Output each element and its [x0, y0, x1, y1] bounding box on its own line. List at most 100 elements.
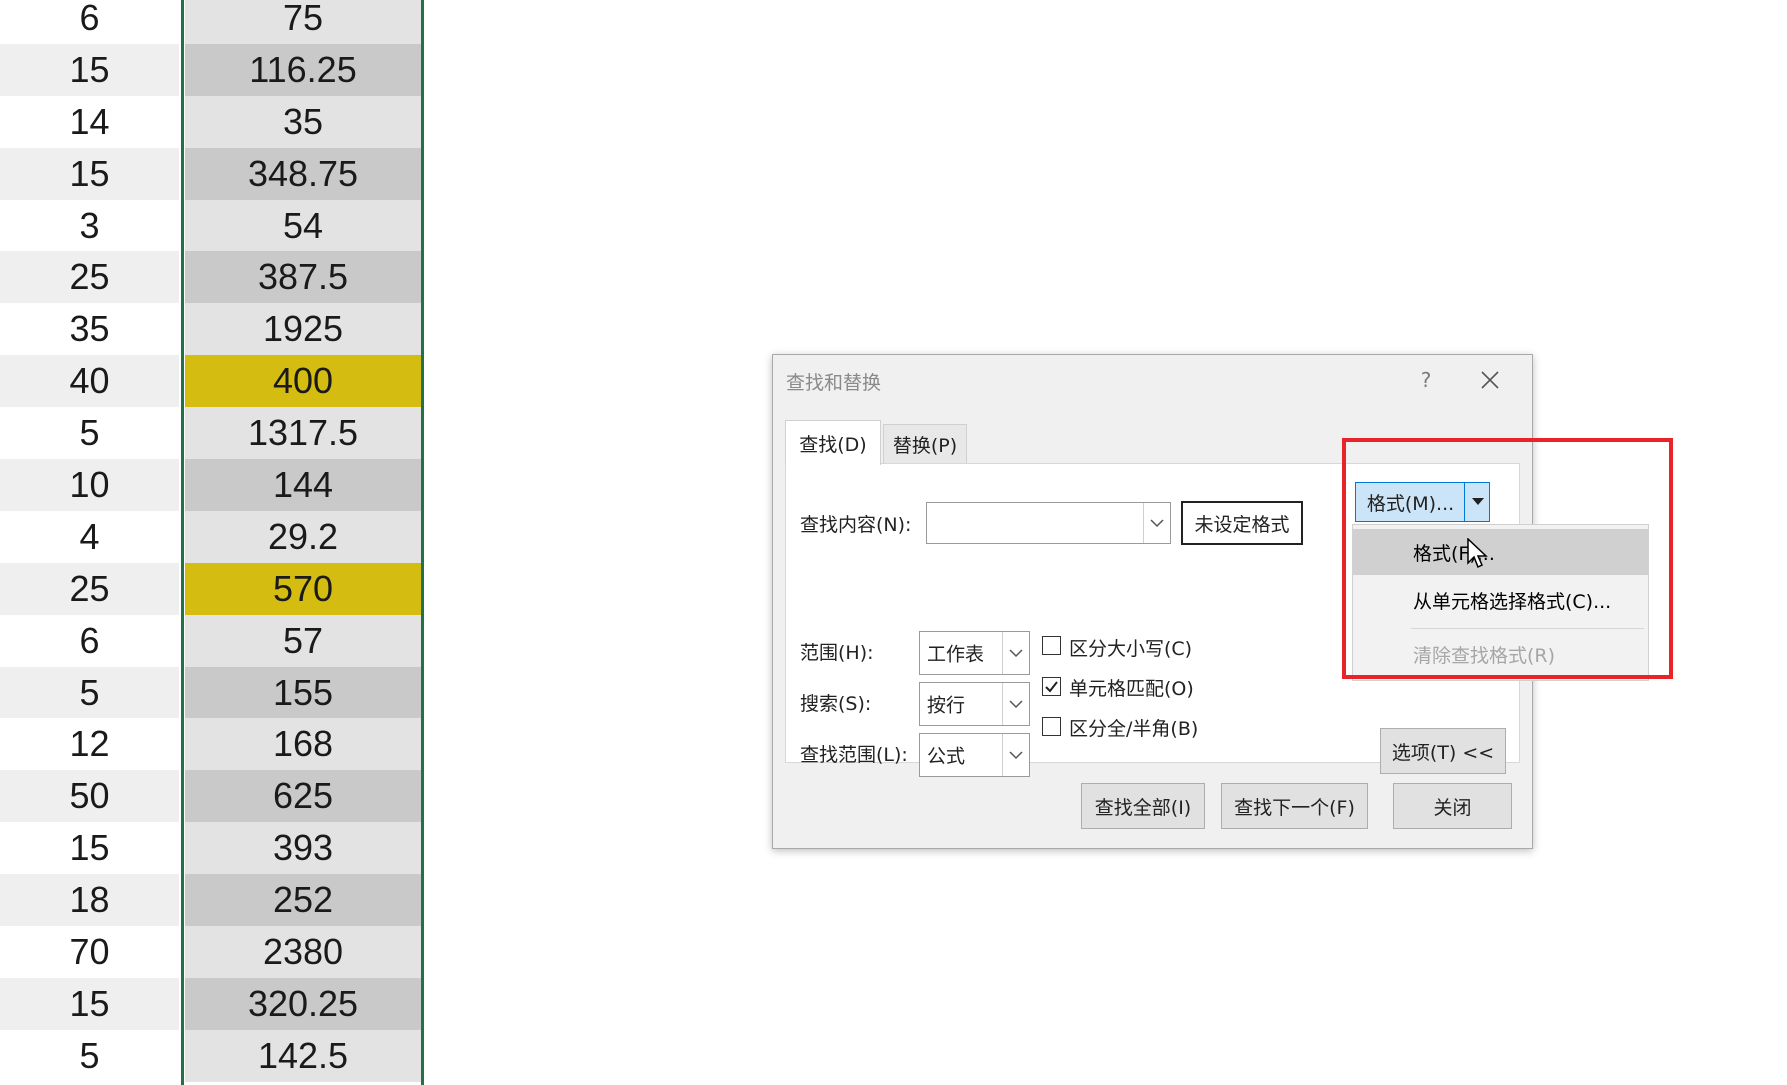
amount-cell[interactable]: 155 — [185, 666, 421, 719]
options-button[interactable]: 选项(T) << — [1380, 728, 1506, 774]
chevron-down-icon[interactable] — [1002, 632, 1029, 674]
match-entire-checkbox[interactable] — [1042, 677, 1061, 696]
amount-cell[interactable]: 54 — [185, 199, 421, 252]
amount-cell[interactable]: 252 — [185, 874, 421, 927]
help-icon[interactable]: ? — [1411, 365, 1441, 395]
qty-cell[interactable]: 5 — [0, 1029, 179, 1082]
format-dropdown-arrow[interactable] — [1464, 482, 1490, 522]
qty-cell[interactable]: 14 — [0, 95, 179, 148]
amount-cell[interactable]: 144 — [185, 459, 421, 511]
menu-item-choose-from-cell[interactable]: 从单元格选择格式(C)... — [1353, 577, 1648, 623]
amount-cell[interactable]: 393 — [185, 822, 421, 875]
qty-cell[interactable]: 15 — [0, 43, 179, 96]
table-row: 15 320.25 — [0, 977, 425, 1030]
table-row: 15 393 — [0, 822, 425, 875]
search-value: 按行 — [927, 694, 966, 717]
look-in-value: 公式 — [927, 745, 966, 768]
look-in-select[interactable]: 公式 — [919, 733, 1030, 777]
close-icon[interactable] — [1475, 365, 1505, 395]
match-entire-label[interactable]: 单元格匹配(O) — [1069, 674, 1194, 701]
tab-replace-label: 替换(P) — [892, 434, 958, 457]
amount-cell[interactable]: 168 — [185, 718, 421, 771]
menu-item-format[interactable]: 格式(F)... — [1353, 529, 1648, 575]
find-next-label: 查找下一个(F) — [1234, 796, 1355, 819]
amount-cell[interactable]: 1317.5 — [185, 407, 421, 460]
qty-cell[interactable]: 15 — [0, 822, 179, 875]
search-select[interactable]: 按行 — [919, 682, 1030, 726]
amount-cell[interactable]: 625 — [185, 770, 421, 823]
amount-cell[interactable]: 75 — [185, 0, 421, 44]
qty-cell[interactable]: 3 — [0, 199, 179, 252]
qty-cell[interactable]: 18 — [0, 874, 179, 927]
amount-cell[interactable]: 1925 — [185, 303, 421, 356]
qty-cell[interactable]: 4 — [0, 510, 179, 563]
qty-cell[interactable]: 15 — [0, 147, 179, 200]
amount-cell[interactable]: 57 — [185, 614, 421, 667]
tab-replace[interactable]: 替换(P) — [883, 424, 967, 464]
table-row: 6 57 — [0, 614, 425, 667]
table-row: 50 625 — [0, 770, 425, 823]
amount-cell[interactable]: 320.25 — [185, 977, 421, 1030]
find-all-button[interactable]: 查找全部(I) — [1081, 783, 1205, 829]
qty-cell[interactable]: 6 — [0, 614, 179, 667]
within-label: 范围(H): — [800, 642, 874, 664]
checkmark-icon — [1045, 681, 1058, 693]
amount-cell[interactable]: 29.2 — [185, 510, 421, 563]
match-byte-checkbox[interactable] — [1042, 717, 1061, 736]
amount-cell-highlighted[interactable]: 570 — [185, 562, 421, 615]
qty-cell[interactable]: 12 — [0, 718, 179, 771]
qty-cell[interactable]: 40 — [0, 355, 179, 408]
format-button-label: 格式(M)... — [1366, 492, 1455, 515]
amount-cell[interactable]: 387.5 — [185, 251, 421, 304]
match-case-checkbox[interactable] — [1042, 636, 1061, 655]
menu-item-clear-format: 清除查找格式(R) — [1353, 631, 1648, 677]
chevron-down-icon[interactable] — [1002, 683, 1029, 725]
table-row: 25 570 — [0, 562, 425, 615]
table-row: 3 54 — [0, 199, 425, 252]
qty-cell[interactable]: 5 — [0, 666, 179, 719]
amount-cell[interactable]: 2380 — [185, 926, 421, 978]
qty-cell[interactable]: 10 — [0, 459, 179, 511]
close-button[interactable]: 关闭 — [1393, 783, 1512, 829]
format-dropdown-menu: 格式(F)... 从单元格选择格式(C)... 清除查找格式(R) — [1352, 524, 1649, 681]
table-row: 10 144 — [0, 459, 425, 511]
chevron-down-icon[interactable] — [1002, 734, 1029, 776]
table-row: 40 400 — [0, 355, 425, 408]
qty-cell[interactable]: 25 — [0, 251, 179, 304]
options-button-label: 选项(T) << — [1391, 741, 1495, 764]
amount-cell[interactable]: 348.75 — [185, 147, 421, 200]
match-case-label[interactable]: 区分大小写(C) — [1069, 634, 1192, 661]
amount-cell[interactable]: 116.25 — [185, 43, 421, 96]
mouse-cursor-icon — [1467, 537, 1489, 574]
table-row: 5 142.5 — [0, 1029, 425, 1082]
amount-cell-highlighted[interactable]: 400 — [185, 355, 421, 408]
qty-cell[interactable]: 70 — [0, 926, 179, 978]
find-what-label: 查找内容(N): — [800, 514, 912, 536]
qty-cell[interactable]: 15 — [0, 977, 179, 1030]
amount-cell[interactable]: 35 — [185, 95, 421, 148]
chevron-down-icon[interactable] — [1143, 503, 1170, 543]
match-byte-label[interactable]: 区分全/半角(B) — [1069, 714, 1198, 741]
qty-cell[interactable]: 5 — [0, 407, 179, 460]
qty-cell[interactable]: 25 — [0, 562, 179, 615]
table-row: 5 1317.5 — [0, 407, 425, 460]
menu-separator — [1411, 628, 1644, 629]
find-next-button[interactable]: 查找下一个(F) — [1221, 783, 1368, 829]
table-row: 18 252 — [0, 874, 425, 927]
amount-cell[interactable]: 142.5 — [185, 1029, 421, 1082]
qty-cell[interactable]: 35 — [0, 303, 179, 356]
selection-border-left — [181, 0, 184, 1085]
within-select[interactable]: 工作表 — [919, 631, 1030, 675]
table-row: 4 29.2 — [0, 510, 425, 563]
format-preview-label: 未设定格式 — [1194, 513, 1290, 536]
find-what-combo[interactable] — [926, 502, 1171, 544]
table-row: 12 168 — [0, 718, 425, 771]
selection-border-right — [421, 0, 424, 1085]
tab-find-label: 查找(D) — [799, 433, 867, 456]
qty-cell[interactable]: 6 — [0, 0, 179, 44]
qty-cell[interactable]: 50 — [0, 770, 179, 823]
tab-find[interactable]: 查找(D) — [785, 420, 881, 465]
table-row: 35 1925 — [0, 303, 425, 356]
search-label: 搜索(S): — [800, 693, 872, 715]
table-row: 25 387.5 — [0, 251, 425, 304]
